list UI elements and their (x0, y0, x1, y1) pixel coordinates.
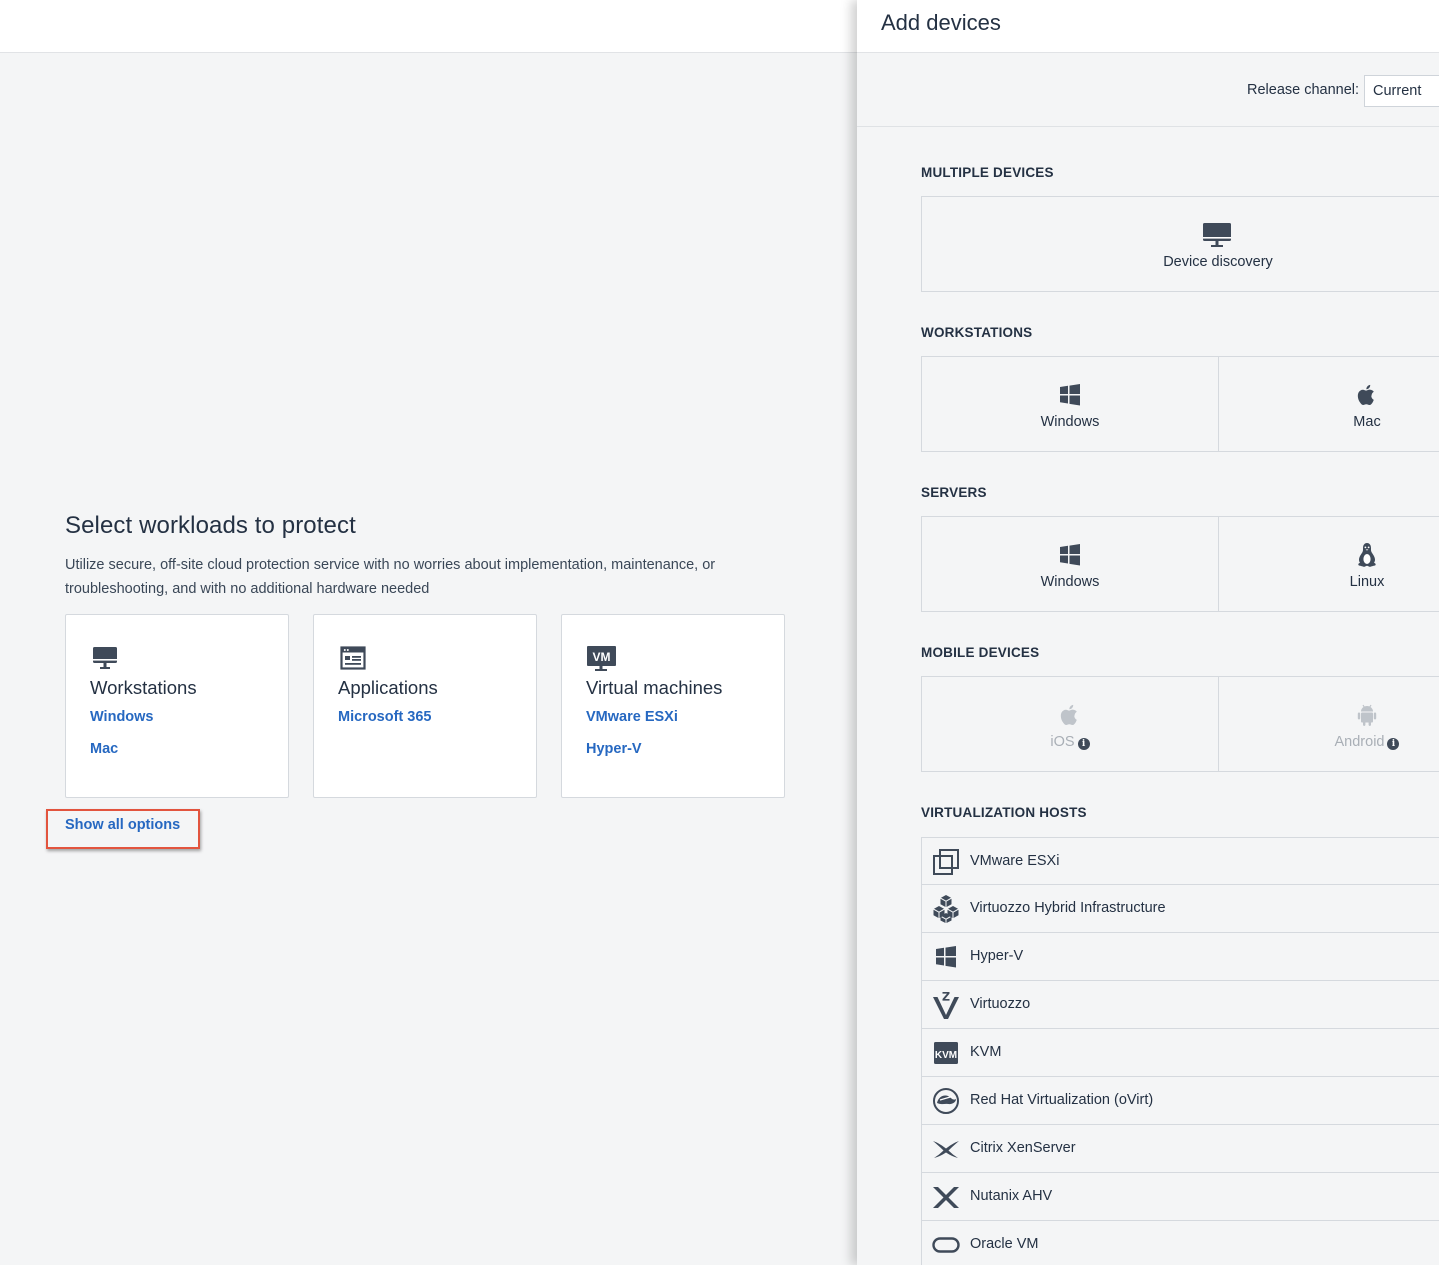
monitor-icon (90, 643, 120, 673)
vm-icon: VM (586, 643, 616, 673)
workstations-row: Windows Mac (921, 356, 1439, 452)
info-icon[interactable]: i (1077, 738, 1090, 750)
host-vmware-esxi[interactable]: VMware ESXi (921, 837, 1439, 885)
host-red-hat-virtualization[interactable]: Red Hat Virtualization (oVirt) (921, 1077, 1439, 1125)
tile-label: Linux (1349, 574, 1385, 590)
card-virtual-machines: VM Virtual machines VMware ESXi Hyper-V (561, 614, 785, 798)
link-vmware-esxi[interactable]: VMware ESXi (586, 709, 760, 725)
tile-server-linux[interactable]: Linux (1219, 517, 1439, 611)
linux-penguin-icon (1352, 541, 1382, 569)
link-hyper-v[interactable]: Hyper-V (586, 741, 760, 757)
section-title-virtualization-hosts: VIRTUALIZATION HOSTS (921, 805, 1087, 820)
section-title-servers: SERVERS (921, 485, 987, 500)
add-devices-panel: Add devices Release channel: Current MUL… (857, 0, 1439, 1265)
vmware-icon (931, 847, 961, 877)
link-workstations-mac[interactable]: Mac (90, 741, 264, 757)
workloads-section: Select workloads to protect Utilize secu… (65, 512, 845, 798)
page-title: Select workloads to protect (65, 512, 356, 539)
card-workstations: Workstations Windows Mac (65, 614, 289, 798)
host-virtuozzo[interactable]: Virtuozzo (921, 981, 1439, 1029)
monitor-icon (1202, 221, 1232, 249)
section-title-mobile-devices: MOBILE DEVICES (921, 645, 1040, 660)
tile-device-discovery[interactable]: Device discovery (922, 197, 1439, 291)
host-hyper-v[interactable]: Hyper-V (921, 933, 1439, 981)
nutanix-icon (931, 1182, 961, 1212)
windows-icon (1055, 381, 1085, 409)
tile-label: Windows (1040, 414, 1100, 430)
card-title: Virtual machines (586, 677, 723, 698)
android-icon (1352, 701, 1382, 729)
host-label: VMware ESXi (970, 853, 1060, 869)
mobile-devices-row: iOS i Android i (921, 676, 1439, 772)
tile-label: Windows (1040, 574, 1100, 590)
page-description: Utilize secure, off-site cloud protectio… (65, 557, 716, 597)
windows-icon (931, 942, 961, 972)
oracle-icon (931, 1230, 961, 1260)
host-label: Nutanix AHV (970, 1188, 1053, 1204)
host-label: Citrix XenServer (970, 1140, 1076, 1156)
link-microsoft-365[interactable]: Microsoft 365 (338, 709, 512, 725)
host-label: Hyper-V (970, 948, 1024, 964)
section-title-workstations: WORKSTATIONS (921, 325, 1033, 340)
host-label: Red Hat Virtualization (oVirt) (970, 1092, 1154, 1108)
release-channel-label: Release channel: (1247, 82, 1360, 98)
apple-icon (1352, 381, 1382, 409)
cubes-icon (931, 894, 961, 924)
info-icon[interactable]: i (1387, 738, 1400, 750)
citrix-icon (931, 1134, 961, 1164)
card-applications: Applications Microsoft 365 (313, 614, 537, 798)
tile-server-windows[interactable]: Windows (922, 517, 1218, 611)
kvm-icon: KVM (931, 1038, 961, 1068)
card-title: Workstations (90, 677, 197, 698)
host-nutanix-ahv[interactable]: Nutanix AHV (921, 1173, 1439, 1221)
host-citrix-xenserver[interactable]: Citrix XenServer (921, 1125, 1439, 1173)
tile-label: Android i (1219, 734, 1439, 750)
tile-workstation-mac[interactable]: Mac (1219, 357, 1439, 451)
tile-label: Device discovery (1163, 254, 1273, 270)
workload-cards: Workstations Windows Mac Applications Mi… (65, 614, 825, 798)
panel-title: Add devices (881, 10, 1001, 35)
svg-text:KVM: KVM (935, 1050, 957, 1061)
tile-label: Mac (1353, 414, 1381, 430)
host-label: Virtuozzo Hybrid Infrastructure (970, 900, 1166, 916)
release-channel-bar: Release channel: Current (857, 53, 1439, 127)
svg-text:VM: VM (593, 650, 611, 664)
multiple-devices-row: Device discovery (921, 196, 1439, 292)
host-label: KVM (970, 1044, 1002, 1060)
windows-icon (1055, 541, 1085, 569)
host-oracle-vm[interactable]: Oracle VM (921, 1221, 1439, 1265)
apple-icon (1055, 701, 1085, 729)
tile-mobile-ios: iOS i (922, 677, 1218, 771)
virtuozzo-icon (931, 990, 961, 1020)
android-label: Android (1334, 734, 1385, 750)
host-virtuozzo-hybrid-infrastructure[interactable]: Virtuozzo Hybrid Infrastructure (921, 885, 1439, 933)
host-kvm[interactable]: KVM KVM (921, 1029, 1439, 1077)
virtualization-host-list: VMware ESXi Virtuozzo Hybrid Infrastruct… (921, 837, 1439, 1265)
release-channel-select[interactable]: Current (1364, 75, 1439, 107)
redhat-icon (931, 1086, 961, 1116)
link-workstations-windows[interactable]: Windows (90, 709, 264, 725)
tile-label: iOS i (922, 734, 1218, 750)
show-all-options-link[interactable]: Show all options (65, 817, 180, 833)
tile-mobile-android: Android i (1219, 677, 1439, 771)
panel-header: Add devices (857, 0, 1439, 53)
ios-label: iOS (1050, 734, 1075, 750)
host-label: Virtuozzo (970, 996, 1031, 1012)
servers-row: Windows Linux (921, 516, 1439, 612)
host-label: Oracle VM (970, 1236, 1039, 1252)
application-window-icon (338, 643, 368, 673)
section-title-multiple-devices: MULTIPLE DEVICES (921, 165, 1054, 180)
tile-workstation-windows[interactable]: Windows (922, 357, 1218, 451)
card-title: Applications (338, 677, 438, 698)
